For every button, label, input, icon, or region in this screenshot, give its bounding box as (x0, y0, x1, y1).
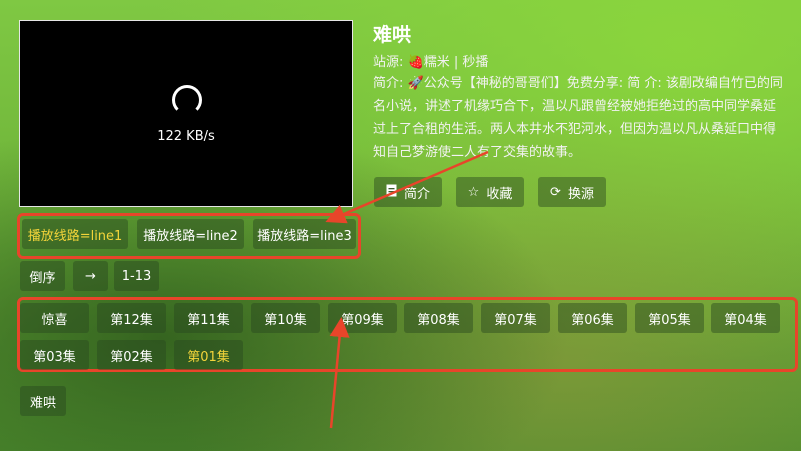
annotation-arrows (325, 150, 489, 429)
annotation-arrow (329, 317, 350, 429)
annotation-arrow (325, 150, 489, 224)
